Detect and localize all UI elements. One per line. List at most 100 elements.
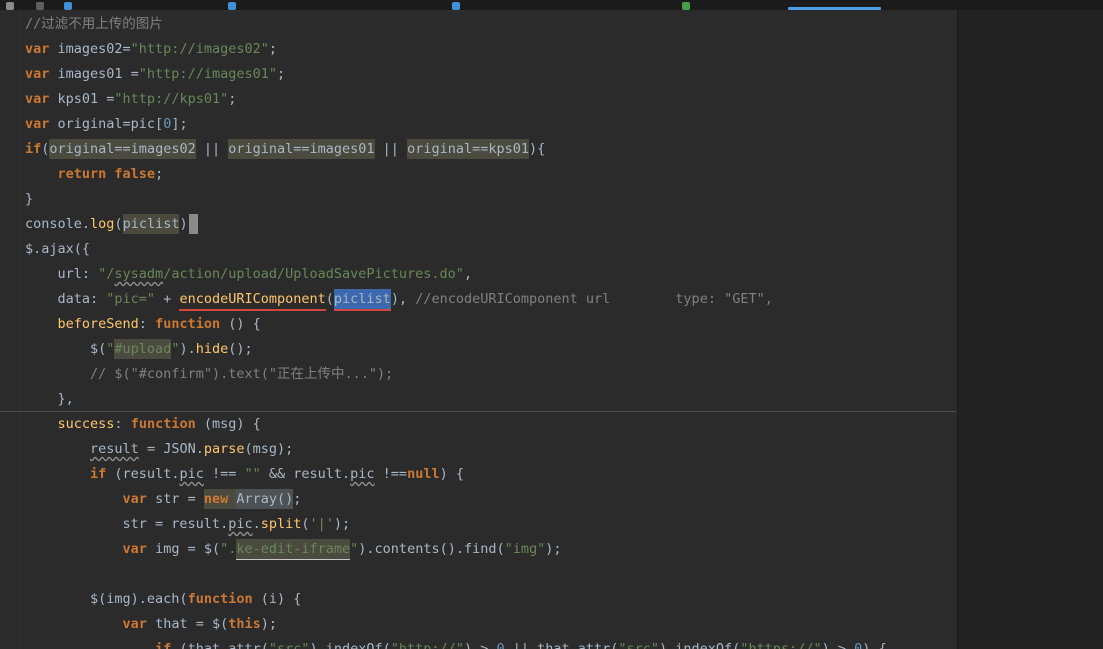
code-token: original=pic[ xyxy=(49,116,164,132)
code-line[interactable]: if(original==images02 || original==image… xyxy=(25,137,957,162)
background-panel xyxy=(957,10,1103,649)
code-token: . xyxy=(252,516,261,532)
code-token: images02= xyxy=(49,41,131,57)
code-token: ).contents().find( xyxy=(358,541,505,557)
code-token: : xyxy=(114,416,131,432)
tab-favicon-2[interactable] xyxy=(36,2,44,10)
code-token: pic xyxy=(179,466,204,482)
code-line[interactable]: console.log(piclist) xyxy=(25,212,957,237)
code-token: log xyxy=(90,216,115,232)
code-line[interactable]: var kps01 ="http://kps01"; xyxy=(25,87,957,112)
code-token: ) { xyxy=(862,641,887,649)
browser-tabstrip[interactable] xyxy=(0,0,1103,10)
code-token: + xyxy=(155,291,180,307)
code-token: && result. xyxy=(260,466,351,482)
code-token: "src" xyxy=(618,641,660,649)
tab-favicon-5[interactable] xyxy=(452,2,460,10)
code-token: function xyxy=(155,316,221,332)
tab-favicon-6[interactable] xyxy=(682,2,690,10)
code-token: ) > xyxy=(463,641,497,649)
code-token: : xyxy=(138,316,156,332)
tab-favicon-1[interactable] xyxy=(6,2,14,10)
tab-favicon-4[interactable] xyxy=(228,2,236,10)
code-token: #upload xyxy=(114,339,172,359)
code-token: $( xyxy=(25,341,107,357)
tab-favicon-3[interactable] xyxy=(64,2,72,10)
editor-gutter[interactable] xyxy=(0,10,20,649)
code-token: success xyxy=(57,416,115,432)
code-token: str = result. xyxy=(25,516,229,532)
code-line[interactable]: if (that.attr("src").indexOf("http://") … xyxy=(25,637,957,649)
code-line[interactable] xyxy=(25,562,957,587)
code-token: return false xyxy=(57,166,156,182)
code-token: ( xyxy=(114,216,123,232)
code-token: piclist xyxy=(333,289,391,311)
code-token: that = $( xyxy=(146,616,229,632)
code-token: '|' xyxy=(309,516,334,532)
code-line[interactable]: $.ajax({ xyxy=(25,237,957,262)
code-line[interactable]: var str = new Array(); xyxy=(25,487,957,512)
code-line[interactable]: //过滤不用上传的图片 xyxy=(25,12,957,37)
code-token: url: xyxy=(25,266,99,282)
code-token: //encodeURIComponent url type: "GET", xyxy=(415,291,773,307)
code-token: var xyxy=(25,116,50,132)
code-line[interactable]: var images01 ="http://images01"; xyxy=(25,62,957,87)
code-token: beforeSend xyxy=(57,316,139,332)
code-editor[interactable]: //过滤不用上传的图片 var images02="http://images02… xyxy=(0,10,957,649)
code-token: ) xyxy=(179,216,188,232)
code-token: ); xyxy=(545,541,562,557)
code-token: ]; xyxy=(171,116,188,132)
code-token: $.ajax({ xyxy=(25,241,91,257)
code-line[interactable]: result = JSON.parse(msg); xyxy=(25,437,957,462)
code-line[interactable]: var that = $(this); xyxy=(25,612,957,637)
code-line[interactable]: success: function (msg) { xyxy=(25,412,957,437)
code-line[interactable]: }, xyxy=(0,387,957,412)
code-token: var xyxy=(122,491,147,507)
code-token: pic xyxy=(228,516,253,532)
text-caret xyxy=(188,214,198,234)
code-line[interactable]: var original=pic[0]; xyxy=(25,112,957,137)
code-token: () { xyxy=(220,316,261,332)
code-line[interactable]: beforeSend: function () { xyxy=(25,312,957,337)
code-token: = JSON. xyxy=(138,441,204,457)
code-token: new xyxy=(203,489,237,509)
code-token: ; xyxy=(155,166,164,182)
code-token: ). xyxy=(179,341,196,357)
code-area[interactable]: //过滤不用上传的图片 var images02="http://images02… xyxy=(0,12,957,649)
code-line[interactable]: str = result.pic.split('|'); xyxy=(25,512,957,537)
code-token: $(img).each( xyxy=(25,591,188,607)
code-token: || xyxy=(374,141,408,157)
code-line[interactable]: return false; xyxy=(25,162,957,187)
code-token: ke-edit-iframe xyxy=(236,539,351,560)
code-token: ); xyxy=(260,616,277,632)
code-line[interactable]: data: "pic=" + encodeURIComponent(piclis… xyxy=(25,287,957,312)
code-token: !== xyxy=(203,466,245,482)
code-line[interactable]: if (result.pic !== "" && result.pic !==n… xyxy=(25,462,957,487)
code-token: data: xyxy=(25,291,107,307)
code-token: ) { xyxy=(439,466,464,482)
code-line[interactable]: $("#upload").hide(); xyxy=(25,337,957,362)
code-token: /action/upload/UploadSavePictures.do" xyxy=(163,266,464,282)
code-line[interactable]: var img = $(".ke-edit-iframe").contents(… xyxy=(25,537,957,562)
code-token: piclist xyxy=(122,214,180,234)
code-token: || xyxy=(195,141,229,157)
code-line[interactable]: var images02="http://images02"; xyxy=(25,37,957,62)
code-token: hide xyxy=(195,341,229,357)
code-token: "/ xyxy=(98,266,115,282)
code-token: (msg) { xyxy=(195,416,261,432)
code-line[interactable]: $(img).each(function (i) { xyxy=(25,587,957,612)
code-token: "img" xyxy=(504,541,546,557)
code-line[interactable]: } xyxy=(25,187,957,212)
code-line[interactable]: // $("#confirm").text("正在上传中..."); xyxy=(25,362,957,387)
code-token: ).indexOf( xyxy=(309,641,391,649)
code-line[interactable]: url: "/sysadm/action/upload/UploadSavePi… xyxy=(25,262,957,287)
code-token: original==images02 xyxy=(49,139,196,159)
code-token: "" xyxy=(244,466,261,482)
code-token: ; xyxy=(293,491,302,507)
